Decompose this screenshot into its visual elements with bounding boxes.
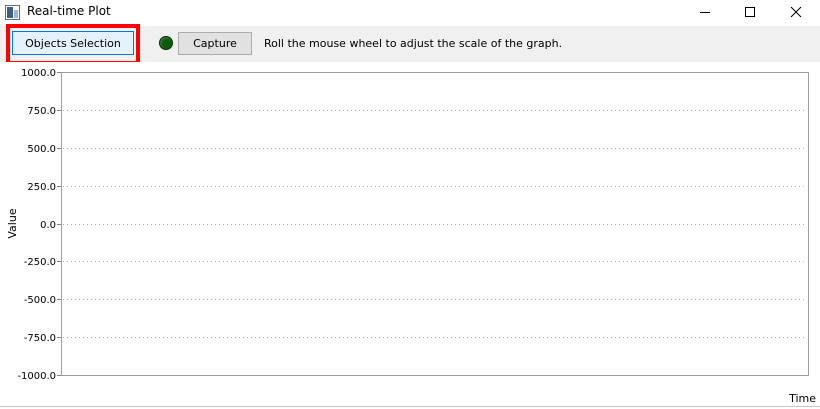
minimize-icon: [699, 6, 711, 21]
y-tick-label: 250.0: [27, 182, 56, 193]
minimize-button[interactable]: [682, 0, 728, 26]
maximize-button[interactable]: [727, 0, 773, 26]
y-tick-label: 500.0: [27, 144, 56, 155]
window-title: Real-time Plot: [27, 4, 111, 18]
y-tick-label: -250.0: [24, 257, 56, 268]
maximize-icon: [744, 6, 756, 21]
plot-area[interactable]: 1000.0 750.0 500.0 250.0 0.0 -250.0 -500.0 -750…: [0, 62, 820, 409]
y-tick-label: -1000.0: [17, 371, 56, 382]
objects-selection-button[interactable]: Objects Selection: [12, 31, 134, 55]
bottom-divider: [0, 406, 820, 407]
status-led-icon: [159, 36, 173, 50]
x-axis-label: Time: [788, 392, 816, 405]
chart-svg: 1000.0 750.0 500.0 250.0 0.0 -250.0 -500.0 -750…: [6, 68, 816, 405]
title-bar: Real-time Plot: [0, 0, 820, 26]
chart-app-icon: [5, 5, 20, 20]
y-axis-label: Value: [6, 208, 19, 238]
y-tick-label: 750.0: [27, 106, 56, 117]
y-tick-label: 0.0: [40, 220, 56, 231]
scale-hint-text: Roll the mouse wheel to adjust the scale…: [264, 37, 563, 50]
close-button[interactable]: [773, 0, 819, 26]
close-icon: [790, 6, 802, 21]
capture-button[interactable]: Capture: [178, 32, 252, 55]
y-tick-label: -750.0: [24, 333, 56, 344]
y-tick-label: -500.0: [24, 295, 56, 306]
y-tick-label: 1000.0: [21, 68, 56, 79]
